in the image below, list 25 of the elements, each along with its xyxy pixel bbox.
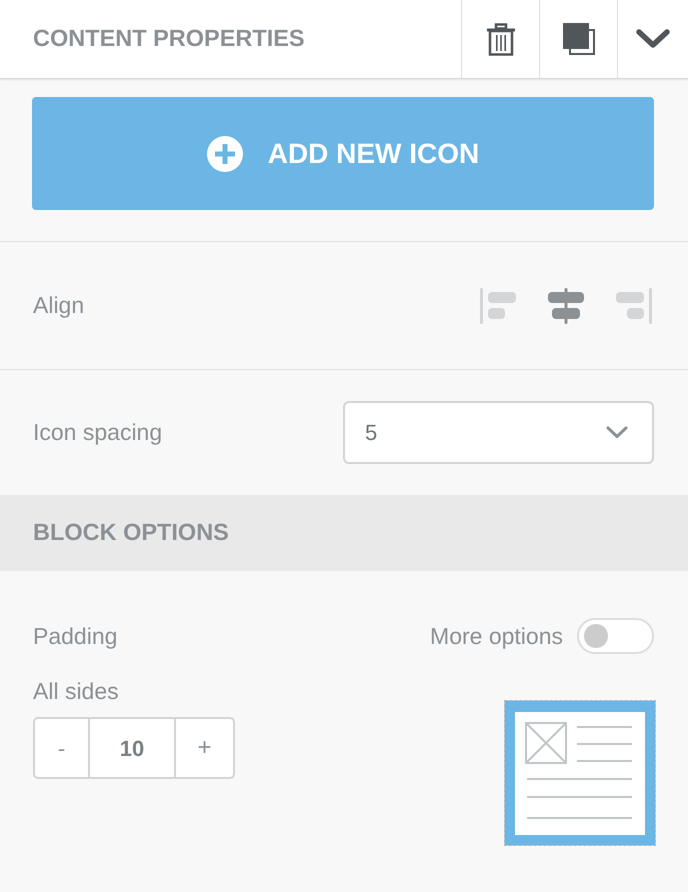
- all-sides-label: All sides: [33, 678, 119, 704]
- decrement-button[interactable]: -: [35, 719, 88, 777]
- section-title: BLOCK OPTIONS: [33, 521, 229, 545]
- duplicate-button[interactable]: [539, 0, 617, 78]
- padding-value-field[interactable]: 10: [88, 719, 176, 777]
- more-options-label: More options: [430, 622, 563, 651]
- increment-button[interactable]: +: [176, 719, 233, 777]
- plus-circle-icon: [206, 136, 243, 172]
- align-center-icon: [547, 288, 585, 324]
- padding-label: Padding: [33, 622, 118, 651]
- chevron-down-icon: [606, 426, 628, 439]
- copy-icon: [562, 23, 594, 55]
- chevron-down-icon: [636, 29, 670, 49]
- trash-icon: [486, 22, 514, 56]
- icon-spacing-label: Icon spacing: [33, 418, 162, 448]
- panel-title: CONTENT PROPERTIES: [33, 27, 305, 51]
- align-label: Align: [33, 291, 84, 320]
- collapse-button[interactable]: [617, 0, 688, 78]
- delete-button[interactable]: [461, 0, 539, 78]
- align-left-icon: [480, 288, 516, 324]
- align-right-icon: [616, 288, 652, 324]
- more-options-toggle[interactable]: [577, 618, 654, 654]
- add-new-icon-button[interactable]: ADD NEW ICON: [32, 97, 654, 210]
- icon-spacing-select[interactable]: 5: [343, 401, 654, 464]
- align-center-button[interactable]: [547, 288, 585, 324]
